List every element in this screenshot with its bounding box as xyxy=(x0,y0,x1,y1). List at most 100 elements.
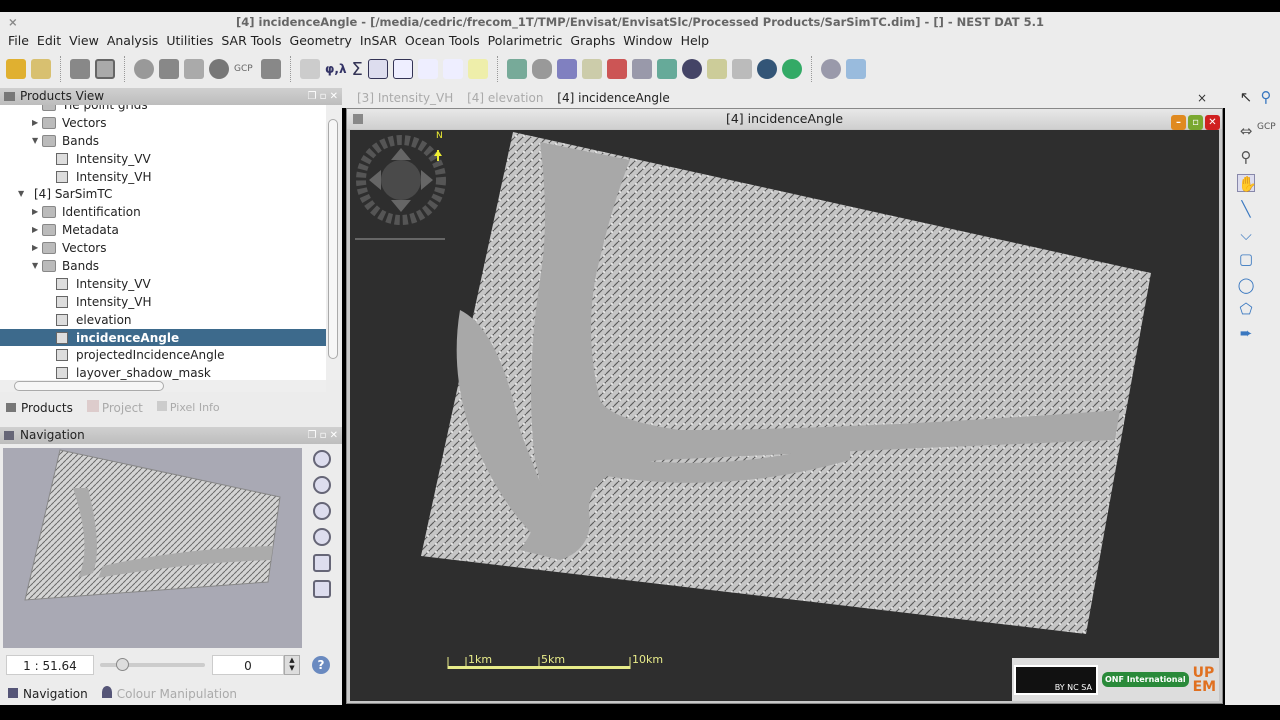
tab-elevation[interactable]: [4] elevation xyxy=(467,91,543,105)
globe-icon[interactable] xyxy=(781,59,802,79)
expand-toggle[interactable]: ▶ xyxy=(32,114,38,132)
tab-colour-manipulation[interactable]: Colour Manipulation xyxy=(101,686,237,701)
tab-pixel-info[interactable]: Pixel Info xyxy=(156,401,220,414)
menu-help[interactable]: Help xyxy=(677,32,714,50)
tree-item[interactable]: ▶ Vectors xyxy=(0,239,326,257)
menu-sar-tools[interactable]: SAR Tools xyxy=(217,32,285,50)
tree-item[interactable]: layover_shadow_mask xyxy=(0,364,326,380)
profile-plot-icon[interactable] xyxy=(392,59,413,79)
metadata-icon[interactable] xyxy=(706,59,727,79)
menu-polarimetric[interactable]: Polarimetric xyxy=(484,32,567,50)
tree-item[interactable]: ▶ Vectors xyxy=(0,114,326,132)
grid-overlay-icon[interactable] xyxy=(184,59,204,79)
polyline-tool-icon[interactable]: ⌵ xyxy=(1237,226,1255,244)
pins-icon[interactable] xyxy=(209,59,229,79)
close-tabs-button[interactable]: × xyxy=(1197,88,1207,108)
rectangle-tool-icon[interactable]: ▢ xyxy=(1237,250,1255,268)
tree-vertical-scrollbar[interactable] xyxy=(326,105,340,380)
open-graph-icon[interactable] xyxy=(31,59,51,79)
panel-controls[interactable]: ❐ ▫ ✕ xyxy=(308,427,338,444)
open-folder-icon[interactable] xyxy=(70,59,90,79)
minimize-button[interactable]: – xyxy=(1171,115,1186,130)
close-button[interactable]: ✕ xyxy=(1205,115,1220,130)
edit-icon[interactable] xyxy=(467,59,488,79)
sync-views-icon[interactable] xyxy=(313,554,331,572)
mask-icon[interactable] xyxy=(159,59,179,79)
rotation-spinner[interactable]: ▲ ▼ xyxy=(284,655,300,675)
zoom-slider[interactable] xyxy=(100,658,205,671)
import-product-icon[interactable] xyxy=(6,59,26,79)
information-icon[interactable] xyxy=(300,59,320,79)
tab-navigation[interactable]: Navigation xyxy=(8,687,88,701)
navigation-control[interactable] xyxy=(356,135,446,225)
flip-icon[interactable] xyxy=(581,59,602,79)
zoom-pixel-icon[interactable] xyxy=(313,502,331,520)
gcp-tool-icon[interactable]: ⚲ xyxy=(1257,88,1275,106)
menu-file[interactable]: File xyxy=(4,32,33,50)
panel-controls[interactable]: ❐ ▫ ✕ xyxy=(308,88,338,105)
archive-icon[interactable] xyxy=(731,59,752,79)
tab-intensity-vh[interactable]: [3] Intensity_VH xyxy=(357,91,453,105)
save-icon[interactable] xyxy=(95,59,115,79)
tree-item[interactable]: Intensity_VV xyxy=(0,275,326,293)
colour-icon[interactable] xyxy=(681,59,702,79)
band-maths-icon[interactable] xyxy=(506,59,527,79)
gcp-tool-icon[interactable]: GCP xyxy=(234,64,256,74)
tree-item[interactable]: ▶ Metadata xyxy=(0,221,326,239)
tab-incidence-angle[interactable]: [4] incidenceAngle xyxy=(557,91,669,105)
menu-ocean-tools[interactable]: Ocean Tools xyxy=(401,32,484,50)
expand-toggle[interactable]: ▼ xyxy=(32,257,38,275)
layers-icon[interactable] xyxy=(656,59,677,79)
slider-handle[interactable] xyxy=(115,658,129,671)
world-map-icon[interactable] xyxy=(756,59,777,79)
tree-item[interactable]: projectedIncidenceAngle xyxy=(0,346,326,364)
tree-horizontal-scrollbar[interactable] xyxy=(0,380,326,392)
hide-layer-icon[interactable] xyxy=(134,59,154,79)
geocoding-icon[interactable]: φ,λ xyxy=(325,62,347,76)
menu-utilities[interactable]: Utilities xyxy=(162,32,217,50)
expand-toggle[interactable]: ▼ xyxy=(32,132,38,150)
tab-project[interactable]: Project xyxy=(86,400,143,415)
range-finder-icon[interactable]: ⇔ xyxy=(1237,122,1255,140)
subset-icon[interactable] xyxy=(556,59,577,79)
tree-item[interactable]: Tie point grids xyxy=(0,105,326,114)
ellipse-tool-icon[interactable]: ◯ xyxy=(1237,276,1255,294)
tree-item[interactable]: Intensity_VV xyxy=(0,150,326,168)
layer-icon[interactable] xyxy=(261,59,281,79)
tree-item[interactable]: ▼ Bands xyxy=(0,257,326,275)
tree-item[interactable]: ▼ Bands xyxy=(0,132,326,150)
maximize-button[interactable]: ▫ xyxy=(1188,115,1203,130)
ortho-icon[interactable] xyxy=(606,59,627,79)
histogram-icon[interactable] xyxy=(367,59,388,79)
tree-item[interactable]: elevation xyxy=(0,311,326,329)
statistics-icon[interactable]: Σ xyxy=(352,59,363,80)
settings-icon[interactable] xyxy=(820,59,841,79)
zoom-in-icon[interactable] xyxy=(313,450,331,468)
tree-item[interactable]: Intensity_VH xyxy=(0,168,326,186)
expand-toggle[interactable]: ▶ xyxy=(32,221,38,239)
help-icon[interactable]: ? xyxy=(312,656,330,674)
image-canvas[interactable]: N 1km 5km 10km BY NC SA ONF Internationa… xyxy=(350,130,1219,701)
zoom-tool-icon[interactable]: ⚲ xyxy=(1237,148,1255,166)
polygon-tool-icon[interactable]: ⬠ xyxy=(1237,300,1255,318)
menu-geometry[interactable]: Geometry xyxy=(286,32,356,50)
graph-builder-icon[interactable] xyxy=(845,59,866,79)
zoom-all-icon[interactable] xyxy=(313,528,331,546)
scatter-plot-icon[interactable] xyxy=(417,59,438,79)
menu-graphs[interactable]: Graphs xyxy=(566,32,619,50)
tree-item[interactable]: Intensity_VH xyxy=(0,293,326,311)
tab-products[interactable]: Products xyxy=(6,401,73,415)
spectrum-icon[interactable] xyxy=(442,59,463,79)
menu-analysis[interactable]: Analysis xyxy=(103,32,163,50)
database-icon[interactable] xyxy=(531,59,552,79)
sync-cursor-icon[interactable] xyxy=(313,580,331,598)
tree-item[interactable]: ▼ [4] SarSimTC xyxy=(0,185,326,203)
pan-tool-icon[interactable]: ✋ xyxy=(1237,174,1257,193)
scale-input[interactable]: 1 : 51.64 xyxy=(6,655,94,675)
menu-edit[interactable]: Edit xyxy=(33,32,65,50)
close-window-button[interactable]: × xyxy=(8,12,18,32)
expand-toggle[interactable]: ▶ xyxy=(32,239,38,257)
insert-figure-icon[interactable]: ➨ xyxy=(1237,324,1255,342)
tree-item[interactable]: incidenceAngle xyxy=(0,328,326,347)
select-tool-icon[interactable]: ↖ xyxy=(1237,88,1255,106)
